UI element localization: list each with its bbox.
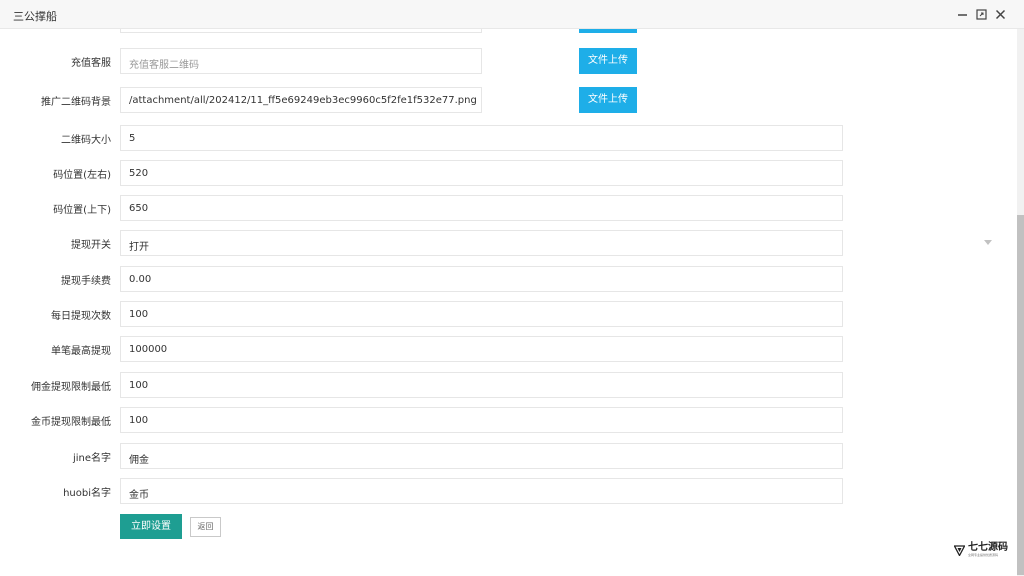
form-row-max-single-withdraw: 单笔最高提现 100000 (0, 336, 1017, 362)
field-label: 提现开关 (71, 240, 111, 251)
settings-form: 充值客服 充值客服二维码 文件上传 推广二维码背景 /attachment/al… (0, 29, 1017, 576)
coin-withdraw-min-input[interactable]: 100 (120, 407, 843, 433)
window-controls (956, 8, 1006, 20)
back-button[interactable]: 返回 (190, 517, 221, 537)
chevron-down-icon[interactable] (984, 240, 992, 245)
vertical-scrollbar[interactable] (1017, 29, 1024, 576)
daily-withdraw-count-input[interactable]: 100 (120, 301, 843, 327)
form-row-daily-withdraw-count: 每日提现次数 100 (0, 301, 1017, 327)
jine-name-input[interactable]: 佣金 (120, 443, 843, 469)
form-row-coin-withdraw-min: 金币提现限制最低 100 (0, 407, 1017, 433)
scrolled-upload-button[interactable] (579, 29, 637, 33)
qr-position-x-input[interactable]: 520 (120, 160, 843, 186)
form-row-jine-name: jine名字 佣金 (0, 443, 1017, 469)
field-label: huobi名字 (63, 488, 111, 499)
recharge-service-qr-input[interactable]: 充值客服二维码 (120, 48, 482, 74)
field-label: 金币提现限制最低 (31, 417, 111, 428)
scrollbar-thumb[interactable] (1017, 215, 1024, 575)
qr-position-y-input[interactable]: 650 (120, 195, 843, 221)
field-label: 充值客服 (71, 58, 111, 69)
title-bar: 三公撑船 (0, 0, 1024, 29)
field-label: 单笔最高提现 (51, 346, 111, 357)
watermark-tagline: 全网专业提供优质源码 (968, 553, 999, 557)
field-label: 码位置(上下) (53, 205, 111, 216)
field-label: 提现手续费 (61, 276, 111, 287)
max-single-withdraw-input[interactable]: 100000 (120, 336, 843, 362)
watermark-logo: 七七源码 全网专业提供优质源码 (954, 543, 1008, 557)
field-label: 码位置(左右) (53, 170, 111, 181)
form-row-qr-size: 二维码大小 5 (0, 125, 1017, 151)
qr-size-input[interactable]: 5 (120, 125, 843, 151)
form-row-qr-position-x: 码位置(左右) 520 (0, 160, 1017, 186)
watermark-name: 七七源码 (968, 542, 1008, 553)
field-label: 佣金提现限制最低 (31, 382, 111, 393)
commission-withdraw-min-input[interactable]: 100 (120, 372, 843, 398)
form-row-huobi-name: huobi名字 金币 (0, 478, 1017, 504)
close-icon[interactable] (994, 8, 1006, 20)
minimize-icon[interactable] (956, 8, 968, 20)
field-label: 二维码大小 (61, 135, 111, 146)
form-row-withdraw-fee: 提现手续费 0.00 (0, 266, 1017, 292)
form-row-withdraw-switch: 提现开关 打开 (0, 230, 1017, 256)
field-label: 每日提现次数 (51, 311, 111, 322)
app-window: 三公撑船 充值客服 充值客服二维码 文件上传 推广二维码背景 /attachme… (0, 0, 1024, 576)
form-row-qr-position-y: 码位置(上下) 650 (0, 195, 1017, 221)
form-row-recharge-service: 充值客服 充值客服二维码 文件上传 (0, 48, 1017, 74)
form-row-commission-withdraw-min: 佣金提现限制最低 100 (0, 372, 1017, 398)
withdraw-fee-input[interactable]: 0.00 (120, 266, 843, 292)
submit-button[interactable]: 立即设置 (120, 514, 182, 539)
field-label: 推广二维码背景 (41, 97, 111, 108)
maximize-icon[interactable] (975, 8, 987, 20)
logo-icon (954, 544, 965, 556)
upload-button[interactable]: 文件上传 (579, 48, 637, 74)
scrolled-input[interactable] (120, 29, 482, 33)
field-label: jine名字 (72, 453, 111, 464)
huobi-name-input[interactable]: 金币 (120, 478, 843, 504)
promo-qr-background-input[interactable]: /attachment/all/202412/11_ff5e69249eb3ec… (120, 87, 482, 113)
withdraw-switch-select[interactable]: 打开 (120, 230, 843, 256)
form-row-promo-qr-background: 推广二维码背景 /attachment/all/202412/11_ff5e69… (0, 87, 1017, 113)
form-row-scrolled (0, 29, 1017, 33)
window-title: 三公撑船 (13, 10, 57, 23)
upload-button[interactable]: 文件上传 (579, 87, 637, 113)
